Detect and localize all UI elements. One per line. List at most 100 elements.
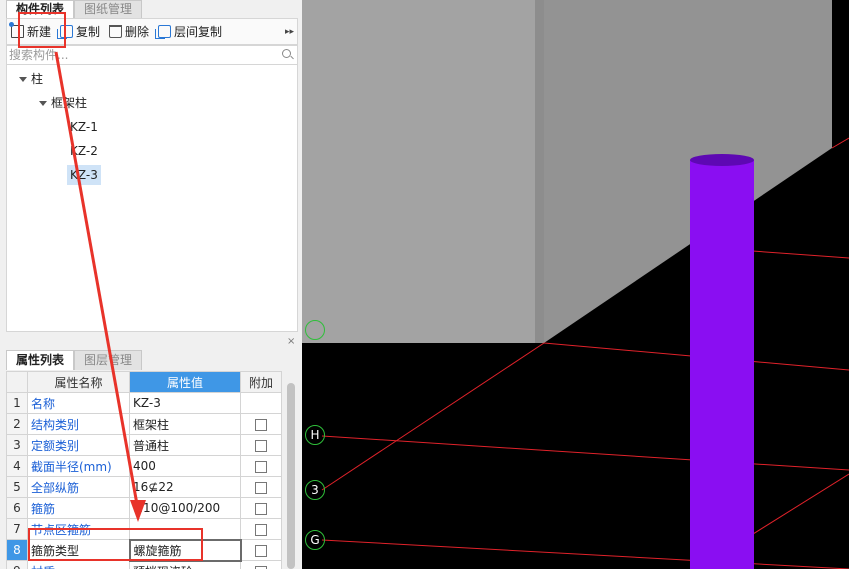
- property-name: 全部纵筋: [27, 476, 130, 498]
- property-value[interactable]: 螺旋箍筋: [128, 538, 242, 562]
- property-row[interactable]: 4 截面半径(mm) 400: [6, 455, 282, 477]
- 3d-scene: [302, 0, 849, 569]
- column-kz3[interactable]: [690, 160, 754, 569]
- addon-checkbox[interactable]: [255, 544, 268, 557]
- property-row[interactable]: 3 定额类别 普通柱: [6, 434, 282, 456]
- property-value[interactable]: 400: [129, 455, 241, 477]
- copy-button[interactable]: 复制: [56, 21, 105, 43]
- addon-cell: [240, 539, 282, 561]
- delete-button-label: 删除: [125, 25, 150, 39]
- header-property-value: 属性值: [129, 371, 241, 393]
- addon-cell: [240, 455, 282, 477]
- search-input[interactable]: [7, 46, 277, 64]
- row-number: 8: [6, 539, 28, 561]
- tab-component-list[interactable]: 构件列表: [6, 0, 75, 18]
- addon-checkbox[interactable]: [255, 439, 267, 452]
- search-icon[interactable]: [282, 49, 291, 58]
- trash-icon: [109, 25, 123, 38]
- property-row-selected[interactable]: 8 箍筋类型 螺旋箍筋: [6, 538, 282, 562]
- tree-node-frame-column[interactable]: 框架柱: [39, 93, 87, 113]
- property-row[interactable]: 5 全部纵筋 16⊈22: [6, 476, 282, 498]
- property-name: 定额类别: [27, 434, 130, 456]
- tree-item-kz3[interactable]: KZ-3: [67, 165, 101, 185]
- tree-node-label: 柱: [31, 72, 44, 86]
- addon-cell: [240, 434, 282, 456]
- copy-button-label: 复制: [76, 25, 101, 39]
- close-panel-icon[interactable]: ×: [287, 336, 295, 347]
- addon-cell: [240, 476, 282, 498]
- property-row[interactable]: 7 节点区箍筋: [6, 518, 282, 540]
- addon-checkbox[interactable]: [255, 523, 267, 536]
- floor-copy-button[interactable]: 层间复制: [154, 21, 227, 43]
- column-top-face: [690, 154, 754, 166]
- property-row[interactable]: 9 材质 预拌现浇砼: [6, 560, 282, 569]
- expand-caret-icon[interactable]: [19, 76, 27, 82]
- axis-label-g: G: [305, 530, 325, 550]
- property-row[interactable]: 2 结构类别 框架柱: [6, 413, 282, 435]
- tree-item-kz1[interactable]: KZ-1: [70, 117, 98, 137]
- property-value[interactable]: 预拌现浇砼: [129, 560, 241, 569]
- wall-edge: [535, 0, 544, 343]
- row-number: 1: [6, 392, 28, 414]
- tree-item-label: KZ-3: [70, 168, 98, 182]
- property-name: 材质: [27, 560, 130, 569]
- left-panel: 构件列表 图纸管理 新建 复制 删除 层间复制 ▸▸ 柱: [0, 0, 302, 569]
- row-number: 7: [6, 518, 28, 540]
- floor-copy-button-label: 层间复制: [174, 25, 223, 39]
- copy-icon: [57, 25, 74, 39]
- row-number: 2: [6, 413, 28, 435]
- property-row[interactable]: 6 箍筋 ⊈10@100/200: [6, 497, 282, 519]
- new-button-label: 新建: [27, 25, 52, 39]
- addon-cell: [240, 413, 282, 435]
- component-toolbar: 新建 复制 删除 层间复制 ▸▸: [6, 18, 298, 45]
- property-value[interactable]: ⊈10@100/200: [129, 497, 241, 519]
- row-number: 4: [6, 455, 28, 477]
- addon-checkbox[interactable]: [255, 460, 267, 473]
- property-name: 结构类别: [27, 413, 130, 435]
- addon-cell: [240, 518, 282, 540]
- component-tabs: 构件列表 图纸管理: [6, 0, 143, 18]
- row-number: 6: [6, 497, 28, 519]
- property-value[interactable]: [129, 518, 241, 540]
- wall-side-face: [544, 0, 832, 343]
- 3d-viewport[interactable]: H 3 G: [302, 0, 849, 569]
- property-tabs: 属性列表 图层管理: [6, 350, 143, 370]
- property-value[interactable]: 框架柱: [129, 413, 241, 435]
- property-row[interactable]: 1 名称 KZ-3: [6, 392, 282, 414]
- component-search: [6, 45, 298, 65]
- new-button[interactable]: 新建: [7, 21, 56, 43]
- addon-checkbox[interactable]: [255, 502, 267, 515]
- floor-copy-icon: [155, 25, 172, 39]
- addon-cell: [240, 497, 282, 519]
- tree-item-label: KZ-2: [70, 144, 98, 158]
- tree-item-kz2[interactable]: KZ-2: [70, 141, 98, 161]
- expand-caret-icon[interactable]: [39, 100, 47, 106]
- tree-item-label: KZ-1: [70, 120, 98, 134]
- addon-checkbox[interactable]: [255, 565, 267, 569]
- scrollbar-thumb[interactable]: [287, 383, 295, 569]
- header-addon: 附加: [240, 371, 282, 393]
- axis-label-3: 3: [305, 480, 325, 500]
- addon-checkbox[interactable]: [255, 418, 267, 431]
- tab-layer-management[interactable]: 图层管理: [74, 350, 143, 370]
- property-value[interactable]: KZ-3: [129, 392, 241, 414]
- property-value[interactable]: 16⊈22: [129, 476, 241, 498]
- property-value[interactable]: 普通柱: [129, 434, 241, 456]
- wall-front-face: [302, 0, 535, 343]
- property-scrollbar[interactable]: [284, 371, 298, 569]
- row-number: 3: [6, 434, 28, 456]
- axis-bubble-partial: [305, 320, 325, 340]
- header-index: [6, 371, 28, 393]
- property-name: 截面半径(mm): [27, 455, 130, 477]
- row-number: 9: [6, 560, 28, 569]
- property-name: 箍筋类型: [27, 539, 130, 561]
- delete-button[interactable]: 删除: [105, 21, 154, 43]
- tab-property-list[interactable]: 属性列表: [6, 350, 75, 370]
- tree-node-column[interactable]: 柱: [19, 69, 43, 89]
- tab-drawing-management[interactable]: 图纸管理: [74, 0, 143, 18]
- addon-checkbox[interactable]: [255, 481, 267, 494]
- tree-node-label: 框架柱: [51, 96, 88, 110]
- row-number: 5: [6, 476, 28, 498]
- property-name: 名称: [27, 392, 130, 414]
- more-tools-icon[interactable]: ▸▸: [285, 27, 294, 37]
